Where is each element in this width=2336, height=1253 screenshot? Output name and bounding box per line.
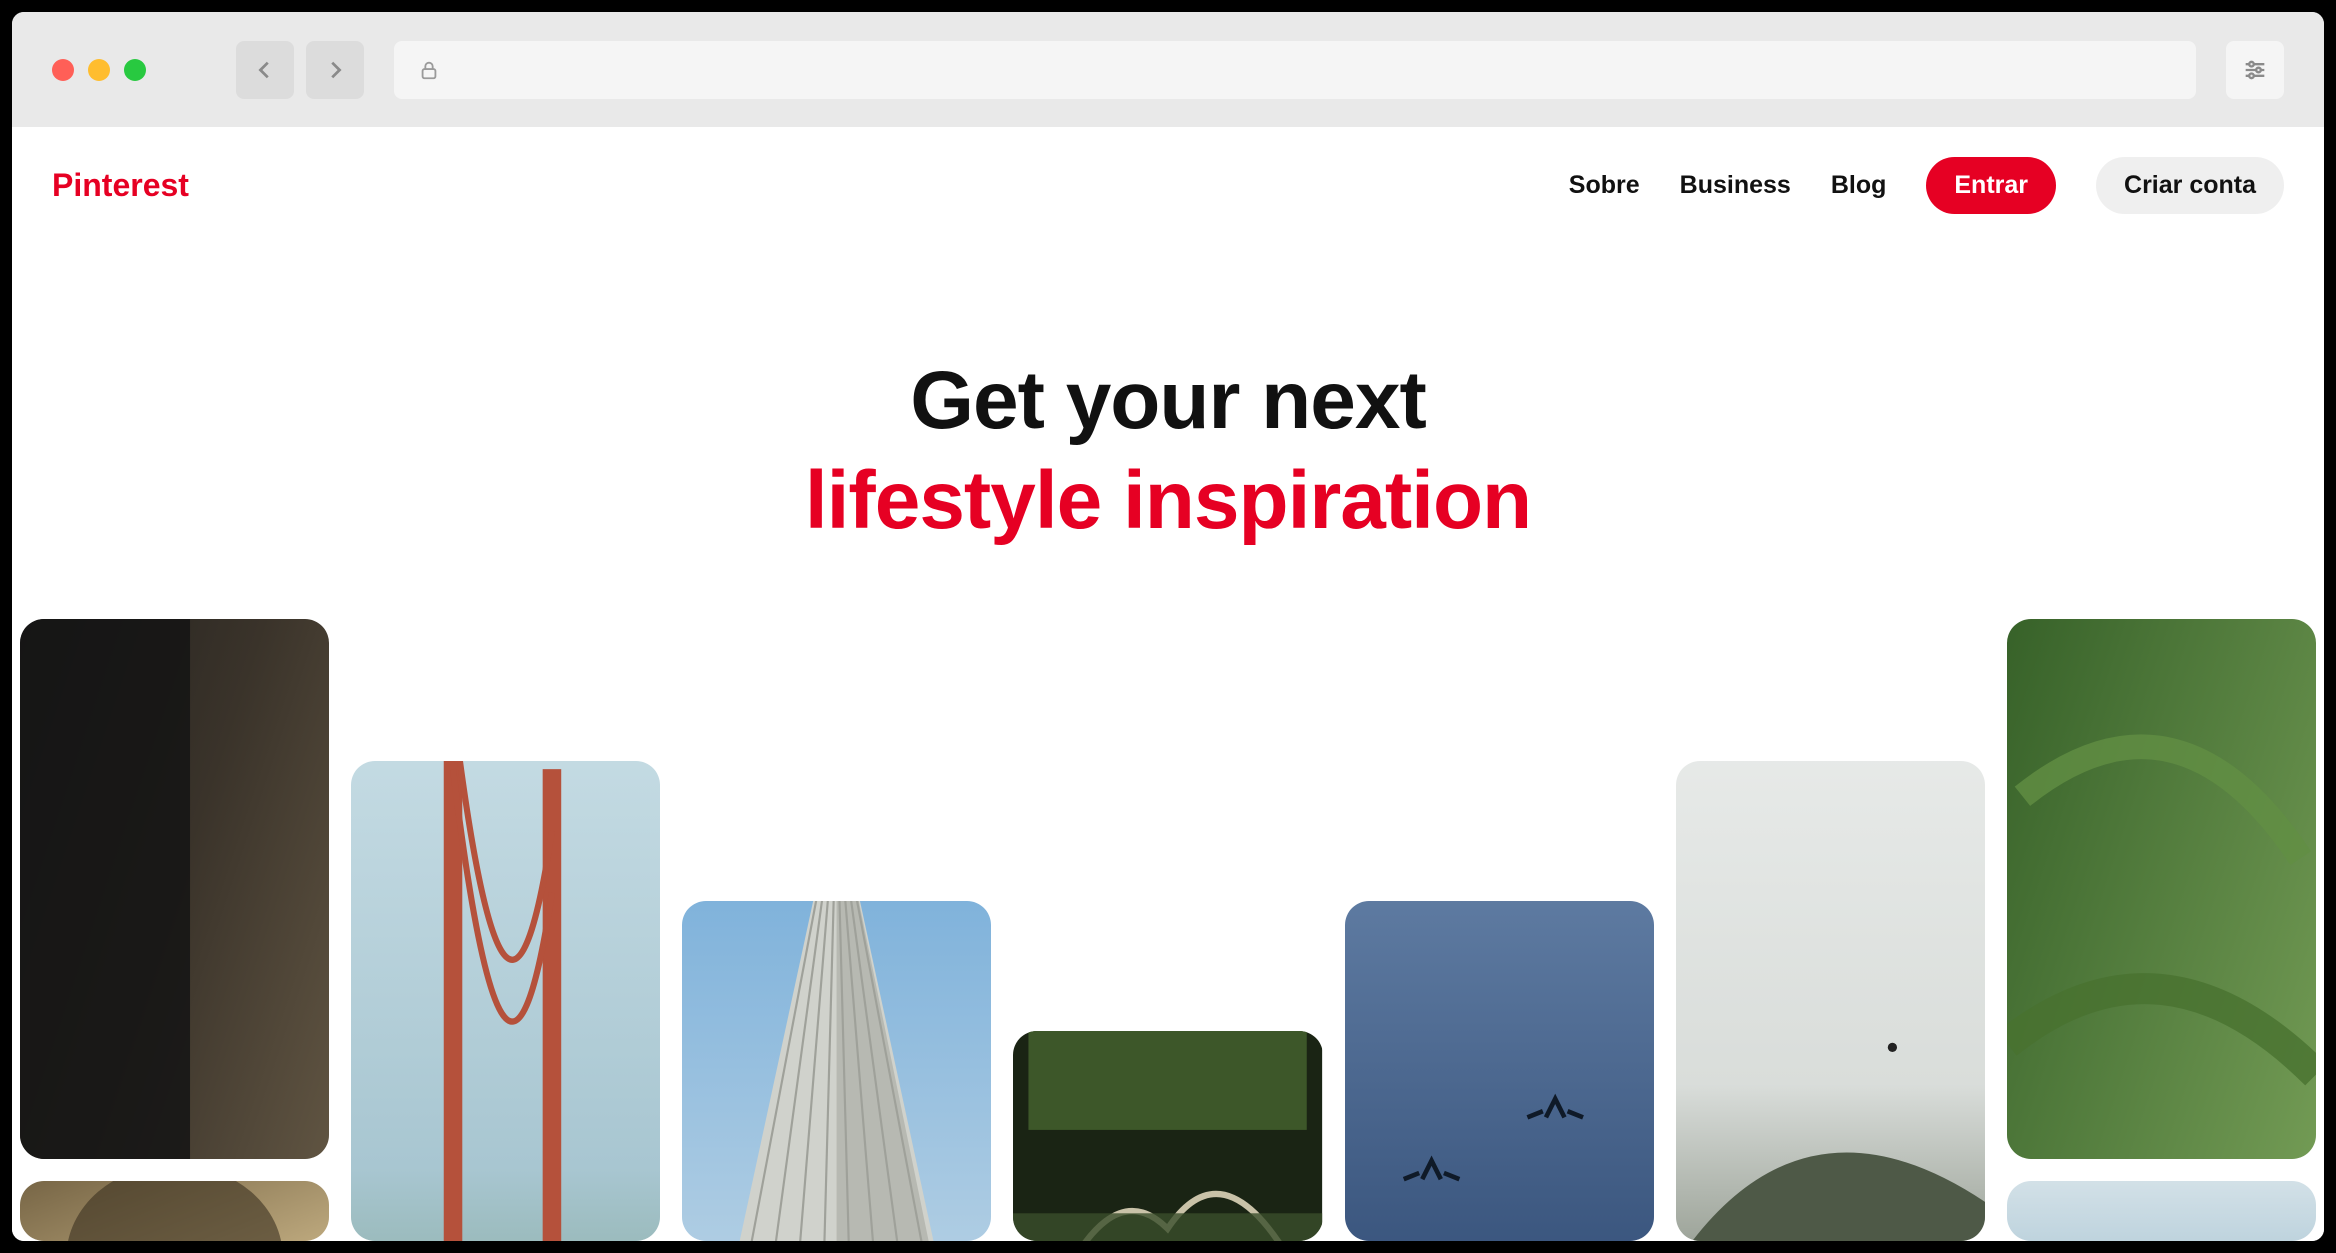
login-button[interactable]: Entrar — [1926, 157, 2056, 214]
image-placeholder — [2007, 1181, 2316, 1241]
hero-line-1: Get your next — [12, 354, 2324, 448]
image-placeholder — [351, 761, 660, 1241]
minimize-window-button[interactable] — [88, 59, 110, 81]
image-placeholder — [20, 619, 329, 1159]
gallery-card[interactable] — [20, 1181, 329, 1241]
image-placeholder — [1676, 761, 1985, 1241]
image-placeholder — [1013, 1031, 1322, 1241]
gallery-card[interactable] — [1345, 901, 1654, 1241]
brand-logo[interactable]: Pinterest — [52, 167, 189, 204]
image-placeholder — [682, 901, 991, 1241]
sliders-icon — [2241, 56, 2269, 84]
maximize-window-button[interactable] — [124, 59, 146, 81]
gallery-card[interactable] — [1676, 761, 1985, 1241]
gallery-card[interactable] — [2007, 1181, 2316, 1241]
image-placeholder — [2007, 619, 2316, 1159]
nav-forward-button[interactable] — [306, 41, 364, 99]
address-bar[interactable] — [394, 41, 2196, 99]
nav-blog[interactable]: Blog — [1831, 171, 1887, 200]
image-gallery — [12, 619, 2324, 1241]
top-nav: Sobre Business Blog Entrar Criar conta — [1569, 157, 2284, 214]
signup-button[interactable]: Criar conta — [2096, 157, 2284, 214]
gallery-card[interactable] — [682, 901, 991, 1241]
site-header: Pinterest Sobre Business Blog Entrar Cri… — [12, 127, 2324, 214]
window-controls — [52, 59, 146, 81]
image-placeholder — [20, 1181, 329, 1241]
nav-back-button[interactable] — [236, 41, 294, 99]
lock-icon — [418, 59, 440, 81]
hero-line-2: lifestyle inspiration — [12, 454, 2324, 548]
gallery-card[interactable] — [351, 761, 660, 1241]
page-content: Pinterest Sobre Business Blog Entrar Cri… — [12, 127, 2324, 1241]
image-placeholder — [1345, 901, 1654, 1241]
chevron-right-icon — [324, 59, 346, 81]
nav-about[interactable]: Sobre — [1569, 171, 1640, 200]
hero-text: Get your next lifestyle inspiration — [12, 354, 2324, 548]
browser-toolbar — [12, 12, 2324, 127]
gallery-card[interactable] — [2007, 619, 2316, 1159]
close-window-button[interactable] — [52, 59, 74, 81]
gallery-card[interactable] — [20, 619, 329, 1159]
chevron-left-icon — [254, 59, 276, 81]
gallery-card[interactable] — [1013, 1031, 1322, 1241]
browser-menu-button[interactable] — [2226, 41, 2284, 99]
nav-business[interactable]: Business — [1680, 171, 1791, 200]
